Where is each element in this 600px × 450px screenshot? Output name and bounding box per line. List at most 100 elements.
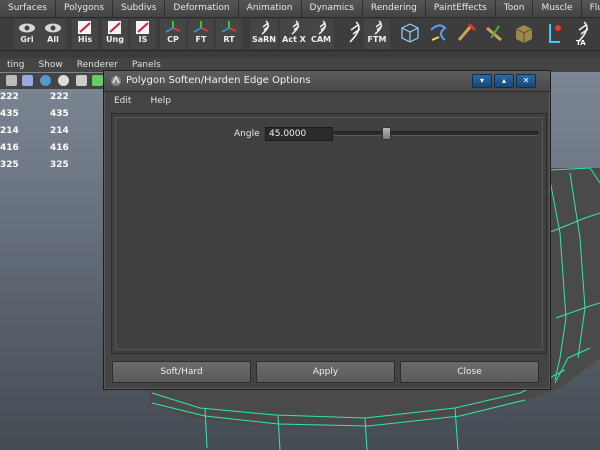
shaded-icon[interactable]: [40, 75, 51, 86]
joint-icon[interactable]: [542, 20, 566, 46]
shelf-tab[interactable]: Muscle: [533, 0, 582, 17]
heads-up-stats: 222 222 435 435 214 214 416 416 325 325: [0, 92, 100, 177]
shelf-button-label: All: [47, 35, 59, 44]
shelf-tab[interactable]: Surfaces: [0, 0, 56, 17]
shelf-button-cp[interactable]: CP: [160, 19, 186, 49]
feather-icon: [318, 20, 327, 35]
shelf-tab[interactable]: Rendering: [362, 0, 426, 17]
shelf-tab[interactable]: Flu: [581, 0, 600, 17]
stat-value: 435: [0, 109, 19, 119]
feather-icon: [374, 20, 383, 35]
shelf-button-label: RT: [223, 35, 235, 44]
shelf-button-label: Ung: [106, 35, 124, 44]
stat-value: 214: [50, 126, 69, 136]
stat-row: 222 222: [0, 92, 100, 109]
minimize-button[interactable]: ▾: [472, 74, 492, 88]
menu-edit[interactable]: Edit: [104, 93, 140, 109]
angle-slider-track[interactable]: [334, 131, 538, 136]
shelf-button-cam[interactable]: CAM: [308, 19, 334, 49]
stat-value: 435: [50, 109, 69, 119]
shelf-button-act-x[interactable]: Act X: [280, 19, 308, 49]
smooth-shade-icon[interactable]: [22, 75, 33, 86]
tools-icon[interactable]: [483, 20, 507, 46]
texture-icon[interactable]: [76, 75, 87, 86]
close-window-button[interactable]: ✕: [516, 74, 536, 88]
pencil-icon: [136, 21, 149, 34]
shelf-tab[interactable]: PaintEffects: [425, 0, 496, 17]
dialog-title: Polygon Soften/Harden Edge Options: [126, 75, 311, 86]
wire-cube-icon[interactable]: [398, 20, 422, 46]
axis-icon: [221, 21, 237, 33]
shelf-tab[interactable]: Deformation: [165, 0, 239, 17]
dialog-titlebar[interactable]: Polygon Soften/Harden Edge Options ▾ ▴ ✕: [104, 71, 550, 92]
shelf-button-all[interactable]: All: [40, 19, 66, 49]
panel-menu-item[interactable]: ting: [0, 58, 31, 72]
shelf-button-label: CAM: [310, 35, 332, 44]
dialog-menu-bar: Edit Help: [104, 93, 550, 109]
options-panel: Angle 45.0000: [111, 113, 547, 354]
stat-value: 325: [0, 160, 19, 170]
panel-menu-item[interactable]: Show: [31, 58, 69, 72]
shelf-tab[interactable]: Animation: [238, 0, 302, 17]
feather-icon: [291, 20, 300, 35]
feather-icon[interactable]: TA: [570, 20, 594, 46]
stat-value: 325: [50, 160, 69, 170]
curve-icon[interactable]: [427, 20, 451, 46]
shelf-button-label: SaRN: [251, 35, 276, 44]
angle-input[interactable]: 45.0000: [265, 127, 333, 141]
grid-icon[interactable]: [92, 75, 103, 86]
stat-value: 222: [50, 92, 69, 102]
shelf-button-rt[interactable]: RT: [216, 19, 242, 49]
maximize-button[interactable]: ▴: [494, 74, 514, 88]
shelf-tab[interactable]: Toon: [495, 0, 534, 17]
svg-text:TA: TA: [576, 39, 586, 46]
stat-row: 214 214: [0, 126, 100, 143]
shelf-button-label: Gri: [20, 35, 34, 44]
shelf-button-is[interactable]: IS: [130, 19, 156, 49]
shelf-tab[interactable]: Polygons: [55, 0, 114, 17]
wrench-icon[interactable]: [455, 20, 479, 46]
options-frame: Angle 45.0000: [115, 117, 543, 350]
angle-label: Angle: [234, 129, 260, 139]
shelf-button-ungroup[interactable]: Ung: [102, 19, 128, 49]
axis-icon: [165, 21, 181, 33]
shelf-button-label: His: [77, 35, 93, 44]
shelf-button-ftm[interactable]: FTM: [364, 19, 390, 49]
shelf-button-history[interactable]: His: [72, 19, 98, 49]
eye-icon: [45, 23, 61, 33]
panel-toolbar: [0, 73, 110, 89]
stat-value: 214: [0, 126, 19, 136]
stat-row: 325 325: [0, 160, 100, 177]
stat-row: 435 435: [0, 109, 100, 126]
eye-icon: [19, 23, 35, 33]
stat-value: 222: [0, 92, 19, 102]
feather-icon: [261, 20, 270, 35]
shelf-button-label: IS: [138, 35, 148, 44]
stat-value: 416: [0, 143, 19, 153]
shelf-button-label: Act X: [282, 35, 306, 44]
shelf-button-label: CP: [167, 35, 179, 44]
apply-button[interactable]: Apply: [256, 361, 395, 383]
shelf: Gri All His Ung IS CP FT RT SaRN Act X C…: [0, 18, 600, 51]
feather-icon[interactable]: [342, 20, 366, 46]
shelf-button-grid[interactable]: Gri: [14, 19, 40, 49]
wireframe-icon[interactable]: [6, 75, 17, 86]
light-icon[interactable]: [58, 75, 69, 86]
angle-slider-handle[interactable]: [382, 127, 391, 140]
cube-icon[interactable]: [512, 20, 536, 46]
axis-icon: [193, 21, 209, 33]
shelf-tab-bar: Surfaces Polygons Subdivs Deformation Animat…: [0, 0, 600, 18]
stat-row: 416 416: [0, 143, 100, 160]
pencil-icon: [78, 21, 91, 34]
shelf-button-ft[interactable]: FT: [188, 19, 214, 49]
pencil-icon: [108, 21, 121, 34]
menu-help[interactable]: Help: [140, 93, 180, 109]
shelf-button-label: FTM: [367, 35, 387, 44]
close-button[interactable]: Close: [400, 361, 539, 383]
shelf-tab[interactable]: Subdivs: [113, 0, 166, 17]
stat-value: 416: [50, 143, 69, 153]
shelf-button-sarn[interactable]: SaRN: [250, 19, 278, 49]
soft-hard-button[interactable]: Soft/Hard: [112, 361, 251, 383]
shelf-tab[interactable]: Dynamics: [301, 0, 363, 17]
app-icon: [111, 75, 121, 86]
